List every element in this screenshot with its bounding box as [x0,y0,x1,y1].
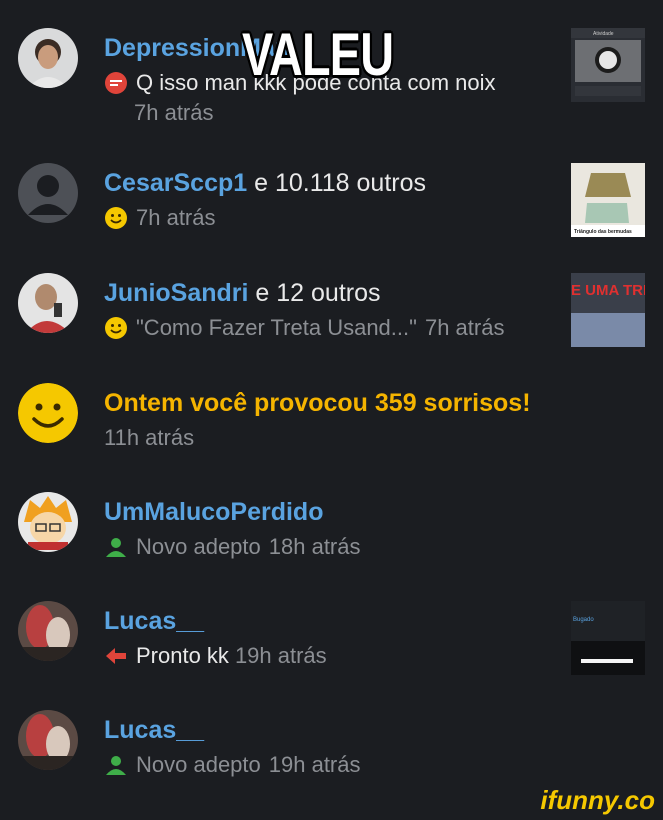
avatar[interactable] [18,601,78,661]
reply-icon [106,648,126,664]
username[interactable]: JunioSandri [104,279,248,307]
notification-subline: Pronto kk 19h atrás [104,643,327,669]
post-thumbnail[interactable]: Bugado [571,601,645,675]
notification-subline: 11h atrás [104,425,194,451]
username[interactable]: Lucas__ [104,607,204,635]
follower-label: Novo adepto [136,534,261,559]
watermark-logo: ifunny.co [540,785,655,815]
notification-title: Lucas__ [104,607,204,636]
comment-icon [105,72,127,94]
meme-caption: VALEU [242,21,394,88]
milestone-text: Ontem você provocou 359 sorrisos! [104,389,531,417]
avatar[interactable] [18,163,78,223]
follower-label: Novo adepto [136,752,261,777]
username[interactable]: UmMalucoPerdido [104,498,323,526]
reply-text: Pronto kk [136,643,229,668]
post-title: "Como Fazer Treta Usand..." [136,315,417,340]
post-thumbnail[interactable]: Triângulo das bermudas [571,163,645,237]
smile-milestone-icon [18,383,78,443]
username[interactable]: CesarSccp1 [104,169,247,197]
timestamp: 19h atrás [268,752,361,777]
notification-title: UmMalucoPerdido [104,498,323,527]
notification-row[interactable]: CesarSccp1 e 10.118 outros 7h atrás Triâ… [0,163,663,263]
timestamp: 7h atrás [424,315,505,340]
notification-row[interactable]: Ontem você provocou 359 sorrisos! 11h at… [0,383,663,483]
person-add-icon [106,538,126,557]
notification-title: JunioSandri e 12 outros [104,279,381,308]
avatar[interactable] [18,710,78,770]
timestamp: 7h atrás [134,100,214,125]
notification-subline: 7h atrás [104,205,216,231]
thumb-label: Bugado [573,617,594,623]
notification-row[interactable]: Lucas__ Pronto kk 19h atrás Bugado [0,601,663,701]
notification-title: Lucas__ [104,716,204,745]
others-count: e 12 outros [248,279,381,307]
notification-row[interactable]: UmMalucoPerdido Novo adepto 18h atrás [0,492,663,592]
smile-icon [105,207,127,229]
others-count: e 10.118 outros [247,169,426,197]
avatar[interactable] [18,492,78,552]
post-thumbnail[interactable]: E UMA TRE AQUI [571,273,645,347]
timestamp: 11h atrás [104,425,195,450]
thumb-label: Atividade [593,31,614,37]
timestamp: 19h atrás [234,643,327,668]
avatar[interactable] [18,28,78,88]
notification-row[interactable]: JunioSandri e 12 outros "Como Fazer Tret… [0,273,663,373]
smile-icon [105,317,127,339]
username[interactable]: Lucas__ [104,716,204,744]
post-thumbnail[interactable]: Atividade [571,28,645,102]
person-add-icon [106,756,126,775]
notification-subline: Novo adepto 18h atrás [104,534,361,560]
avatar[interactable] [18,273,78,333]
timestamp: 7h atrás [136,205,216,230]
notification-subline: Novo adepto 19h atrás [104,752,361,778]
thumb-label: E UMA TRE AQUI [571,282,645,299]
timestamp: 18h atrás [268,534,361,559]
notification-title: CesarSccp1 e 10.118 outros [104,169,426,198]
notification-subline: "Como Fazer Treta Usand..." 7h atrás [104,315,504,341]
thumb-label: Triângulo das bermudas [574,229,632,235]
